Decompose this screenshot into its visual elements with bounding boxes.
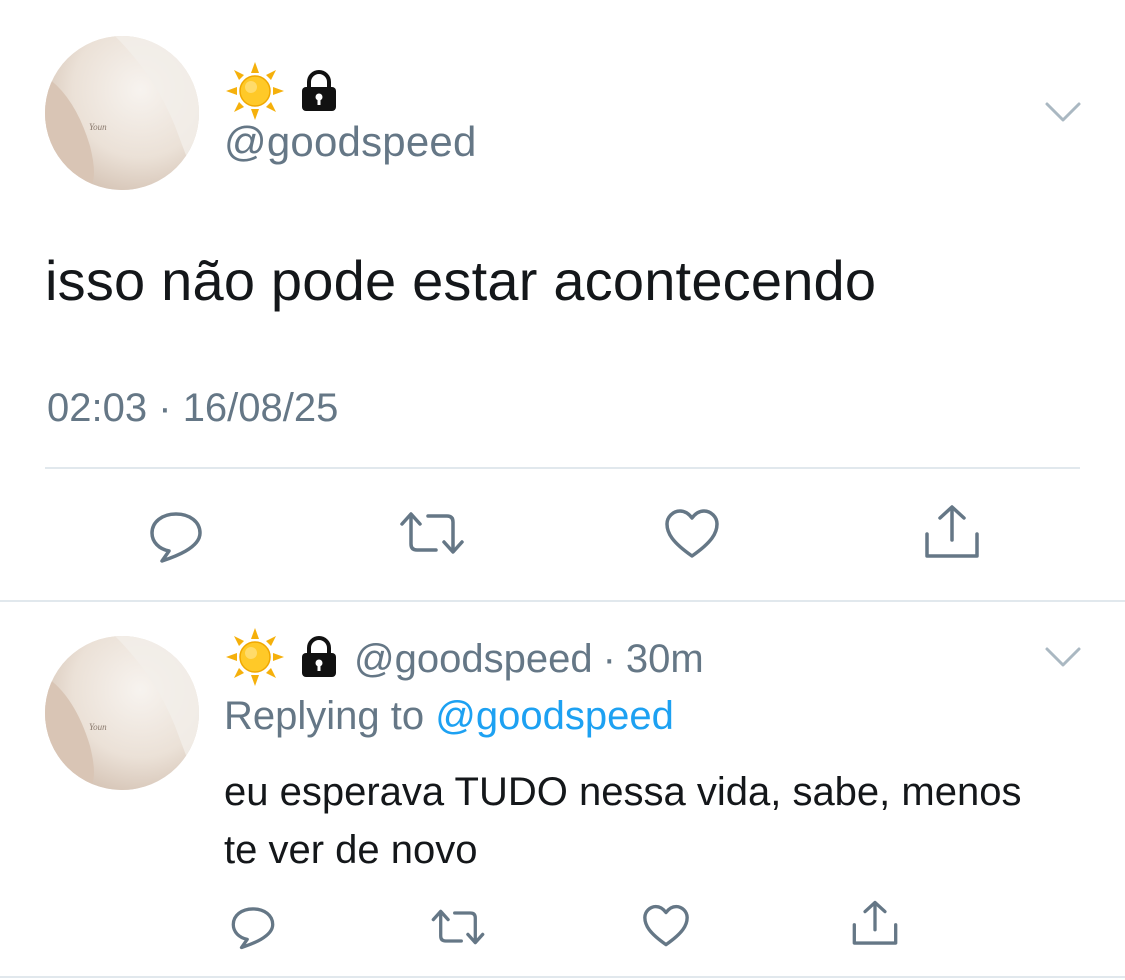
retweet-icon: [430, 906, 486, 948]
like-icon: [642, 904, 690, 948]
avatar[interactable]: Youn: [45, 636, 199, 790]
chevron-down-icon[interactable]: [1044, 643, 1082, 671]
reply-handle[interactable]: @goodspeed: [354, 637, 593, 682]
tweet-timestamp[interactable]: 02:03 · 16/08/25: [47, 386, 338, 431]
replying-to: Replying to @goodspeed: [224, 694, 674, 739]
sun-icon: [226, 628, 284, 691]
mention-link[interactable]: @goodspeed: [435, 694, 674, 738]
like-icon: [664, 508, 720, 560]
share-icon: [850, 900, 900, 948]
meta-separator: ·: [158, 386, 172, 430]
divider: [0, 976, 1125, 978]
like-button[interactable]: [642, 904, 690, 948]
reply-header: @goodspeed · 30m: [226, 628, 704, 691]
like-button[interactable]: [664, 508, 720, 560]
reply-button[interactable]: [148, 508, 204, 564]
tweet-time: 02:03: [47, 386, 148, 430]
reply-icon: [148, 508, 204, 564]
lock-icon: [298, 636, 340, 683]
reply-time[interactable]: 30m: [626, 637, 704, 682]
lock-icon: [298, 70, 340, 117]
svg-text:Youn: Youn: [89, 122, 107, 132]
share-button[interactable]: [850, 900, 900, 948]
share-icon: [922, 504, 982, 562]
user-handle[interactable]: @goodspeed: [224, 118, 477, 166]
header-badges: [226, 62, 340, 125]
replying-prefix: Replying to: [224, 694, 425, 738]
retweet-button[interactable]: [430, 906, 486, 948]
reply-button[interactable]: [230, 904, 276, 950]
tweet-date: 16/08/25: [182, 386, 339, 430]
sun-icon: [226, 62, 284, 125]
reply-icon: [230, 904, 276, 950]
tweet-text: isso não pode estar acontecendo: [45, 249, 877, 312]
divider: [45, 467, 1080, 469]
avatar[interactable]: Youn: [45, 36, 199, 190]
chevron-down-icon[interactable]: [1044, 98, 1082, 126]
reply-text: eu esperava TUDO nessa vida, sabe, menos…: [224, 770, 1022, 872]
retweet-icon: [398, 508, 466, 558]
divider: [0, 600, 1125, 602]
meta-separator: ·: [602, 637, 616, 681]
retweet-button[interactable]: [398, 508, 466, 558]
svg-text:Youn: Youn: [89, 722, 107, 732]
share-button[interactable]: [922, 504, 982, 562]
